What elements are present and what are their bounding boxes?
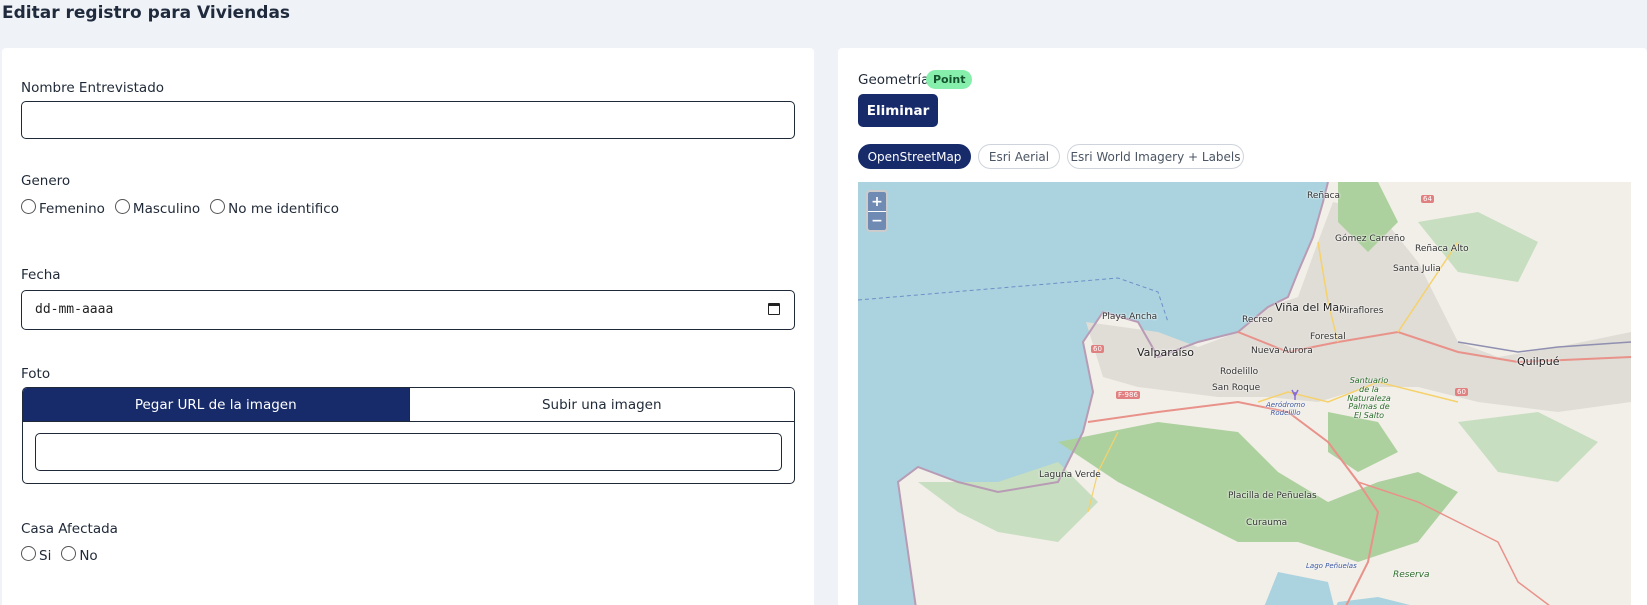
- delete-geometry-button[interactable]: Eliminar: [858, 94, 938, 127]
- casa-option-no[interactable]: No: [61, 545, 98, 564]
- map-label-san-roque: San Roque: [1212, 383, 1261, 393]
- map-label-quilpue: Quilpué: [1517, 355, 1560, 368]
- radio-label-no-identifico: No me identifico: [228, 201, 339, 217]
- map-label-rodelillo: Rodelillo: [1220, 367, 1259, 377]
- radio-label-no: No: [79, 548, 98, 564]
- zoom-out-button[interactable]: −: [868, 211, 886, 230]
- genero-option-masculino[interactable]: Masculino: [114, 198, 201, 217]
- casa-option-si[interactable]: Si: [21, 545, 52, 564]
- nombre-input[interactable]: [21, 101, 795, 139]
- zoom-control: + −: [866, 190, 888, 232]
- zoom-in-button[interactable]: +: [868, 192, 886, 211]
- map-label-reserva: Reserva: [1393, 570, 1430, 580]
- map-label-miraflores: Miraflores: [1339, 306, 1384, 316]
- fecha-input[interactable]: dd-mm-aaaa: [21, 290, 795, 330]
- foto-url-input[interactable]: [35, 433, 782, 471]
- map-label-santuario: Santuario de la Naturaleza Palmas de El …: [1347, 376, 1391, 421]
- map-label-playa-ancha: Playa Ancha: [1102, 312, 1158, 322]
- calendar-icon[interactable]: [768, 303, 780, 315]
- nombre-label: Nombre Entrevistado: [21, 80, 165, 96]
- map-view[interactable]: + − Reñaca Gómez Carreño Reñaca Alto San…: [858, 182, 1631, 605]
- radio-si[interactable]: [21, 545, 36, 561]
- map-label-recreo: Recreo: [1242, 315, 1273, 325]
- radio-label-masculino: Masculino: [132, 201, 201, 217]
- foto-widget: Pegar URL de la imagen Subir una imagen: [22, 387, 795, 484]
- genero-label: Genero: [21, 173, 71, 189]
- foto-label: Foto: [21, 366, 51, 382]
- form-card: Nombre Entrevistado Genero Femenino Masc…: [2, 48, 814, 605]
- road-number-60-east: 60: [1455, 388, 1468, 396]
- radio-label-si: Si: [39, 548, 52, 564]
- radio-label-femenino: Femenino: [39, 201, 105, 217]
- map-label-gomez-carreno: Gómez Carreño: [1335, 234, 1405, 244]
- casa-label: Casa Afectada: [21, 521, 118, 537]
- map-label-renaca-alto: Reñaca Alto: [1415, 244, 1469, 254]
- genero-option-no-identifico[interactable]: No me identifico: [210, 198, 339, 217]
- foto-divider: [23, 421, 794, 422]
- map-label-forestal: Forestal: [1310, 332, 1346, 342]
- genero-radio-group: Femenino Masculino No me identifico: [21, 198, 349, 217]
- casa-radio-group: Si No: [21, 545, 108, 564]
- map-label-renaca: Reñaca: [1307, 191, 1341, 201]
- map-label-aerodromo: Aeródromo Rodelillo: [1266, 401, 1305, 417]
- page-title: Editar registro para Viviendas: [2, 3, 291, 23]
- road-number-60-west: 60: [1091, 345, 1104, 353]
- radio-femenino[interactable]: [21, 198, 36, 214]
- road-number-f986: F-986: [1116, 391, 1140, 399]
- layer-esri-world-imagery[interactable]: Esri World Imagery + Labels: [1067, 144, 1244, 169]
- geometry-label: Geometría: [858, 72, 930, 88]
- tab-pegar-url[interactable]: Pegar URL de la imagen: [23, 388, 409, 421]
- map-tiles: [858, 182, 1631, 605]
- fecha-label: Fecha: [21, 267, 61, 283]
- geometry-card: Geometría Point Eliminar OpenStreetMap E…: [838, 48, 1647, 605]
- radio-masculino[interactable]: [114, 198, 130, 214]
- map-label-vina-del-mar: Viña del Mar: [1275, 301, 1344, 314]
- radio-no[interactable]: [61, 545, 77, 561]
- map-label-laguna-verde: Laguna Verde: [1039, 470, 1101, 480]
- fecha-placeholder: dd-mm-aaaa: [35, 302, 114, 317]
- map-label-nueva-aurora: Nueva Aurora: [1251, 346, 1313, 356]
- layer-openstreetmap[interactable]: OpenStreetMap: [858, 144, 971, 169]
- radio-no-identifico[interactable]: [210, 198, 226, 214]
- map-label-santa-julia: Santa Julia: [1393, 264, 1441, 274]
- map-label-placilla: Placilla de Peñuelas: [1228, 491, 1317, 501]
- map-label-valparaiso: Valparaíso: [1137, 346, 1194, 359]
- map-label-curauma: Curauma: [1246, 518, 1288, 528]
- tab-subir-imagen[interactable]: Subir una imagen: [408, 388, 794, 421]
- map-label-lago: Lago Peñuelas: [1306, 562, 1357, 570]
- geometry-type-badge: Point: [926, 70, 973, 89]
- layer-esri-aerial[interactable]: Esri Aerial: [978, 144, 1060, 169]
- road-number-64: 64: [1421, 195, 1434, 203]
- genero-option-femenino[interactable]: Femenino: [21, 198, 105, 217]
